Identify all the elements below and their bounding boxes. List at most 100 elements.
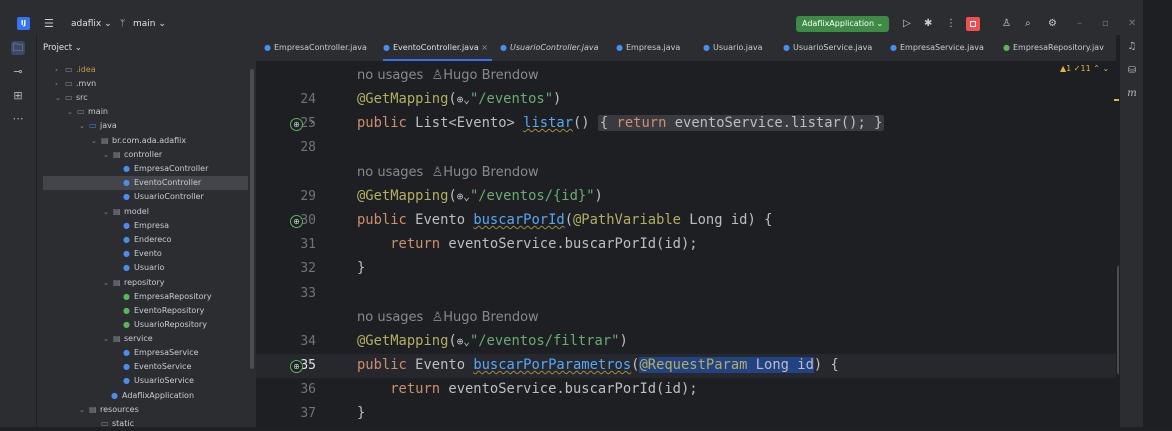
tree-item-package[interactable]: ⌄ ▤ br.com.ada.adaflix xyxy=(91,134,186,148)
line-number: 32 xyxy=(300,261,316,276)
line-number: 29 xyxy=(300,189,316,204)
code-line-31: return eventoService.buscarPorId(id); xyxy=(390,236,698,252)
globe-icon[interactable]: ⊕⌄ xyxy=(457,190,470,203)
left-tool-strip: 🗀 ⊸ ⊞ ⋯ xyxy=(0,35,37,427)
tree-item-evento-service[interactable]: ● EventoService xyxy=(123,360,191,374)
editor-tabs: ● EmpresaController.java ● EventoControlle… xyxy=(256,35,1116,62)
title-bar: IJ ☰ adaflix ⌄ ᛘ main ⌄ AdaflixApplicati… xyxy=(0,13,1143,35)
project-tool-icon[interactable]: 🗀 xyxy=(11,41,25,55)
more-tools-icon[interactable]: ⋯ xyxy=(11,112,25,126)
tree-item-resources[interactable]: ⌄ ▤ resources xyxy=(79,403,139,417)
code-line-34: @GetMapping(⊕⌄"/eventos/filtrar") xyxy=(357,333,628,349)
code-line-32: } xyxy=(357,260,366,276)
code-vision-hint[interactable]: no usages ♙Hugo Brendow xyxy=(357,310,539,325)
tree-item-empresa-repository[interactable]: ● EmpresaRepository xyxy=(123,290,212,304)
tab-usuario[interactable]: ● Usuario.java xyxy=(703,35,763,61)
globe-icon[interactable]: ⊕⌄ xyxy=(457,335,470,348)
code-line-30: public Evento buscarPorId(@PathVariable … xyxy=(357,212,773,228)
tree-item-adaflix-application[interactable]: ● AdaflixApplication xyxy=(111,389,194,403)
ide-window: IJ ☰ adaflix ⌄ ᛘ main ⌄ AdaflixApplicati… xyxy=(0,0,1172,428)
tree-item-empresa-controller[interactable]: ● EmpresaController xyxy=(123,162,208,176)
tree-item-usuario[interactable]: ● Usuario xyxy=(123,261,164,275)
notifications-icon[interactable]: ♫ xyxy=(1126,41,1138,52)
tree-item-usuario-repository[interactable]: ● UsuarioRepository xyxy=(123,318,207,332)
endpoint-gutter-icon[interactable]: ⊕ xyxy=(290,118,303,131)
tab-close-icon[interactable]: × xyxy=(481,43,488,52)
tree-item-evento-controller[interactable]: ● EventoController xyxy=(43,176,248,190)
tree-item-usuario-controller[interactable]: ● UsuarioController xyxy=(123,190,204,204)
restore-icon[interactable]: ▫ xyxy=(1102,13,1109,35)
tree-item-src[interactable]: ⌄ ▭ src xyxy=(55,91,88,105)
endpoint-gutter-icon[interactable]: ⊕ xyxy=(290,360,303,373)
tree-item-mvn[interactable]: › ▭ .mvn xyxy=(55,77,96,91)
fold-chevron-icon[interactable]: › xyxy=(310,115,314,128)
debug-icon[interactable]: ✱ xyxy=(924,13,932,35)
tab-usuario-controller[interactable]: ● UsuarioController.java xyxy=(500,35,598,61)
structure-icon[interactable]: ⊞ xyxy=(11,89,25,103)
tree-item-evento[interactable]: ● Evento xyxy=(123,247,162,261)
code-vision-hint[interactable]: no usages ♙Hugo Brendow xyxy=(357,68,539,83)
tab-empresa-controller[interactable]: ● EmpresaController.java xyxy=(264,35,367,61)
tree-item-empresa-service[interactable]: ● EmpresaService xyxy=(123,346,199,360)
code-line-25: public List<Evento> listar() { return ev… xyxy=(357,115,885,131)
close-icon[interactable]: ✕ xyxy=(1128,13,1136,35)
author-icon: ♙ xyxy=(431,310,444,325)
tree-item-repository[interactable]: ⌄ ▤ repository xyxy=(103,276,164,290)
desktop-background xyxy=(1143,0,1172,427)
minimize-icon[interactable]: – xyxy=(1077,13,1082,35)
more-icon[interactable]: ⋮ xyxy=(946,13,956,35)
gear-icon[interactable]: ⚙ xyxy=(1048,13,1057,35)
tab-evento-controller[interactable]: ● EventoController.java × xyxy=(383,35,492,61)
line-number: 34 xyxy=(300,334,316,349)
tree-item-static[interactable]: ▭ static xyxy=(101,417,134,431)
hamburger-icon[interactable]: ☰ xyxy=(44,13,54,35)
user-icon[interactable]: ♙ xyxy=(1002,13,1011,35)
right-tool-strip: ♫ ⛁ m xyxy=(1119,35,1144,427)
tree-item-java[interactable]: ⌄ ▭ java xyxy=(79,119,117,133)
project-selector[interactable]: adaflix ⌄ xyxy=(71,13,112,35)
stop-icon[interactable] xyxy=(966,17,980,31)
tree-item-service[interactable]: ⌄ ▤ service xyxy=(103,332,153,346)
tree-item-main[interactable]: ⌄ ▭ main xyxy=(67,105,108,119)
tree-item-model[interactable]: ⌄ ▤ model xyxy=(103,205,149,219)
tab-empresa[interactable]: ● Empresa.java xyxy=(616,35,680,61)
tree-item-idea[interactable]: › ▭ .idea xyxy=(55,63,96,77)
tab-empresa-service[interactable]: ● EmpresaService.java xyxy=(890,35,984,61)
maven-icon[interactable]: m xyxy=(1126,88,1138,99)
code-vision-hint[interactable]: no usages ♙Hugo Brendow xyxy=(357,165,539,180)
commit-icon[interactable]: ⊸ xyxy=(11,65,25,79)
line-number: 24 xyxy=(300,92,316,107)
code-line-24: @GetMapping(⊕⌄"/eventos") xyxy=(357,91,562,107)
code-line-35: public Evento buscarPorParametros(@Reque… xyxy=(357,357,839,373)
line-number: 30 xyxy=(300,213,316,228)
project-scrollbar[interactable] xyxy=(250,69,254,369)
branch-selector[interactable]: main ⌄ xyxy=(133,13,166,35)
line-number: 31 xyxy=(300,237,316,252)
line-number: 25 xyxy=(300,116,316,131)
tab-usuario-service[interactable]: ● UsuarioService.java xyxy=(783,35,872,61)
code-line-36: return eventoService.buscarPorId(id); xyxy=(390,381,698,397)
tab-empresa-repository[interactable]: ● EmpresaRepository.jav xyxy=(1003,35,1104,61)
search-icon[interactable]: ⌕ xyxy=(1025,13,1031,35)
database-icon[interactable]: ⛁ xyxy=(1126,65,1138,76)
code-editor[interactable]: ● EmpresaController.java ● EventoControlle… xyxy=(256,35,1143,427)
line-number: 37 xyxy=(300,406,316,421)
tree-item-usuario-service[interactable]: ● UsuarioService xyxy=(123,374,194,388)
branch-icon: ᛘ xyxy=(120,19,126,29)
globe-icon[interactable]: ⊕⌄ xyxy=(457,93,470,106)
tree-item-evento-repository[interactable]: ● EventoRepository xyxy=(123,304,204,318)
inspection-widget[interactable]: ▲1 ✓11 ⌃ ⌄ xyxy=(1060,64,1109,73)
app-logo-icon: IJ xyxy=(17,17,30,30)
run-configuration-selector[interactable]: AdaflixApplication ⌄ xyxy=(796,16,890,32)
endpoint-gutter-icon[interactable]: ⊕ xyxy=(290,215,303,228)
project-panel: Project ⌄ › ▭ .idea › ▭ .mvn ⌄ ▭ src ⌄ ▭ main ⌄ ▭… xyxy=(37,35,255,428)
code-line-37: } xyxy=(357,405,366,421)
project-panel-title[interactable]: Project ⌄ xyxy=(43,43,82,53)
run-icon[interactable]: ▷ xyxy=(903,13,911,35)
tree-item-empresa[interactable]: ● Empresa xyxy=(123,219,169,233)
author-icon: ♙ xyxy=(431,68,444,83)
tree-item-controller[interactable]: ⌄ ▤ controller xyxy=(103,148,162,162)
tree-item-endereco[interactable]: ● Endereco xyxy=(123,233,171,247)
line-number: 35 xyxy=(300,358,316,373)
line-number: 36 xyxy=(300,382,316,397)
